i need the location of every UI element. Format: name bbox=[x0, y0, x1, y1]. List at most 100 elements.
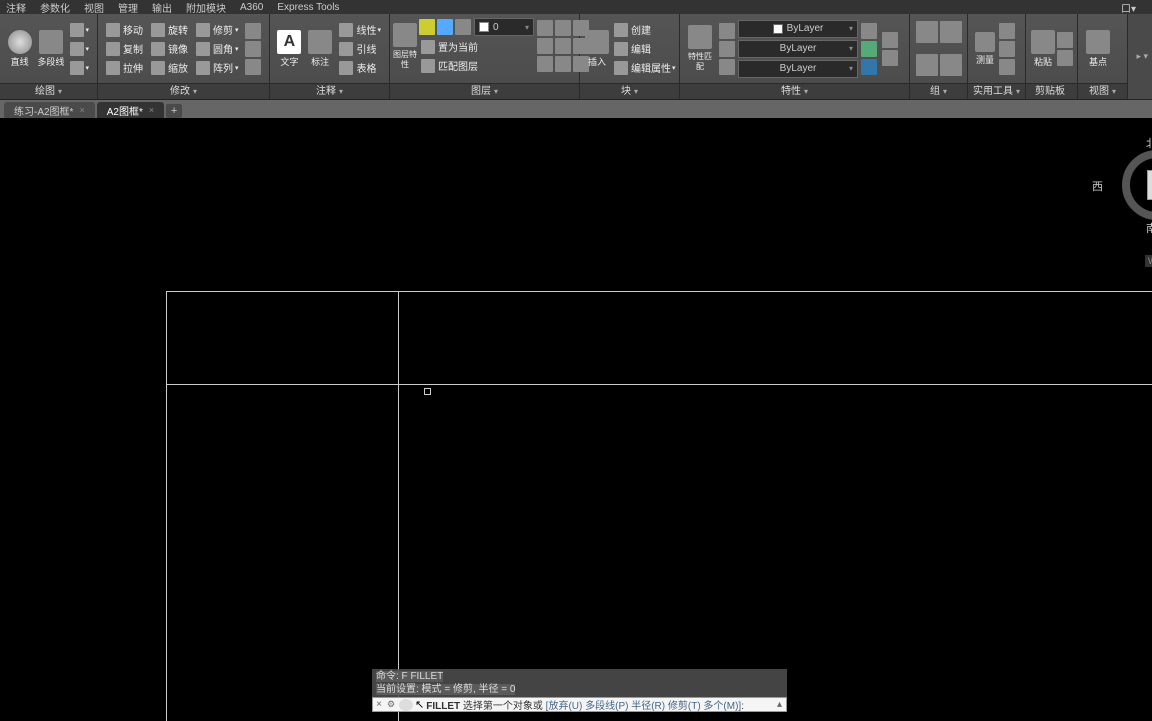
layer-toggle-1[interactable] bbox=[419, 19, 435, 35]
doc-tab-1[interactable]: A2图框* × bbox=[97, 102, 164, 118]
explode-button[interactable] bbox=[245, 41, 261, 57]
prop-lineweight-button[interactable] bbox=[719, 41, 735, 57]
menu-addins[interactable]: 附加模块 bbox=[186, 0, 226, 15]
menu-manage[interactable]: 管理 bbox=[118, 0, 138, 15]
set-current-button[interactable]: 置为当前 bbox=[418, 37, 536, 56]
group-button[interactable] bbox=[916, 21, 938, 43]
prop-extra-1[interactable] bbox=[861, 23, 877, 39]
match-props-button[interactable]: 特性匹配 bbox=[685, 17, 715, 81]
cmdline-tools-button[interactable]: ⚙ bbox=[385, 699, 397, 710]
panel-annotation-title[interactable]: 注释 bbox=[270, 83, 389, 99]
layer-util-7[interactable] bbox=[537, 56, 553, 72]
prop-linetype-button[interactable] bbox=[719, 59, 735, 75]
command-line[interactable]: × ⚙ ↖ FILLET 选择第一个对象或 [放弃(U) 多段线(P) 半径(R… bbox=[372, 697, 787, 712]
create-block-button[interactable]: 创建 bbox=[611, 20, 679, 39]
layer-util-1[interactable] bbox=[537, 20, 553, 36]
measure-button[interactable]: 测量 bbox=[973, 17, 997, 81]
cut-button[interactable] bbox=[1057, 32, 1073, 48]
panel-draw-title[interactable]: 绘图 bbox=[0, 83, 97, 99]
layer-util-4[interactable] bbox=[537, 38, 553, 54]
copy-clip-button[interactable] bbox=[1057, 50, 1073, 66]
linetype-dropdown[interactable]: ByLayer▾ bbox=[738, 60, 858, 78]
cmdline-expand-button[interactable]: ▴ bbox=[773, 699, 786, 710]
group-select-button[interactable] bbox=[940, 54, 962, 76]
leader-button[interactable]: 引线 bbox=[336, 39, 384, 58]
fillet-button[interactable]: 圆角▾ bbox=[193, 39, 242, 58]
prop-extra-3[interactable] bbox=[882, 50, 898, 66]
viewcube-west[interactable]: 西 bbox=[1092, 178, 1103, 194]
menu-a360[interactable]: A360 bbox=[240, 2, 263, 13]
dim-button[interactable]: 标注 bbox=[306, 17, 335, 81]
prop-list[interactable] bbox=[861, 59, 877, 75]
menu-output[interactable]: 输出 bbox=[152, 0, 172, 15]
trim-button[interactable]: 修剪▾ bbox=[193, 20, 242, 39]
rotate-button[interactable]: 旋转 bbox=[148, 20, 191, 39]
menu-annotation[interactable]: 注释 bbox=[6, 0, 26, 15]
layer-props-button[interactable]: 图层特性 bbox=[393, 16, 417, 76]
close-icon[interactable]: × bbox=[79, 105, 84, 115]
arc-button[interactable]: ▾ bbox=[67, 39, 92, 58]
circle-button[interactable]: ▾ bbox=[67, 20, 92, 39]
prop-transparency[interactable] bbox=[861, 41, 877, 57]
prop-extra-2[interactable] bbox=[882, 32, 898, 48]
panel-layers-title[interactable]: 图层 bbox=[390, 83, 579, 99]
offset-button[interactable] bbox=[245, 59, 261, 75]
ribbon-expand[interactable]: ▸ ▾ bbox=[1136, 51, 1148, 62]
close-cmdline-button[interactable]: × bbox=[373, 699, 385, 710]
stretch-button[interactable]: 拉伸 bbox=[103, 58, 146, 77]
util-3[interactable] bbox=[999, 59, 1015, 75]
menu-view[interactable]: 视图 bbox=[84, 0, 104, 15]
drawing-canvas[interactable] bbox=[0, 118, 1152, 720]
more-draw-button[interactable]: ▾ bbox=[67, 58, 92, 77]
new-tab-button[interactable]: + bbox=[166, 104, 182, 118]
group-edit-button[interactable] bbox=[916, 54, 938, 76]
panel-utilities-title[interactable]: 实用工具 bbox=[968, 83, 1025, 99]
layer-util-2[interactable] bbox=[555, 20, 571, 36]
layer-util-8[interactable] bbox=[555, 56, 571, 72]
doc-tab-0[interactable]: 练习-A2图框* × bbox=[4, 102, 95, 118]
util-1[interactable] bbox=[999, 23, 1015, 39]
menu-appearance[interactable]: 口▾ bbox=[1121, 0, 1136, 15]
array-button[interactable]: 阵列▾ bbox=[193, 58, 242, 77]
viewcube[interactable]: 北 西 上 南 WCS bbox=[1092, 130, 1152, 250]
layer-toggle-2[interactable] bbox=[437, 19, 453, 35]
layer-util-5[interactable] bbox=[555, 38, 571, 54]
base-button[interactable]: 基点 bbox=[1083, 17, 1113, 81]
match-layer-button[interactable]: 匹配图层 bbox=[418, 56, 536, 75]
scale-button[interactable]: 缩放 bbox=[148, 58, 191, 77]
insert-block-button[interactable]: 插入 bbox=[585, 17, 609, 81]
color-dropdown[interactable]: ByLayer▾ bbox=[738, 20, 858, 38]
linear-button[interactable]: 线性▾ bbox=[336, 20, 384, 39]
erase-button[interactable] bbox=[245, 23, 261, 39]
panel-view-title[interactable]: 视图 bbox=[1078, 83, 1127, 99]
panel-clipboard-title[interactable]: 剪贴板 bbox=[1026, 83, 1077, 99]
layer-toggle-3[interactable] bbox=[455, 19, 471, 35]
move-button[interactable]: 移动 bbox=[103, 20, 146, 39]
text-button[interactable]: A 文字 bbox=[275, 17, 304, 81]
edit-block-button[interactable]: 编辑 bbox=[611, 39, 679, 58]
viewcube-south[interactable]: 南 bbox=[1146, 220, 1152, 236]
copy-button[interactable]: 复制 bbox=[103, 39, 146, 58]
panel-groups-title[interactable]: 组 bbox=[910, 83, 967, 99]
panel-properties-title[interactable]: 特性 bbox=[680, 83, 909, 99]
wcs-indicator[interactable]: WCS bbox=[1145, 255, 1152, 267]
viewcube-top-face[interactable]: 上 bbox=[1147, 170, 1152, 200]
polyline-button[interactable]: 多段线 bbox=[36, 17, 65, 81]
mirror-button[interactable]: 镜像 bbox=[148, 39, 191, 58]
viewcube-north[interactable]: 北 bbox=[1146, 135, 1152, 151]
panel-modify-title[interactable]: 修改 bbox=[98, 83, 269, 99]
menu-parametric[interactable]: 参数化 bbox=[40, 0, 70, 15]
cmd-options[interactable]: [放弃(U) 多段线(P) 半径(R) 修剪(T) 多个(M)] bbox=[546, 701, 742, 712]
ungroup-button[interactable] bbox=[940, 21, 962, 43]
util-2[interactable] bbox=[999, 41, 1015, 57]
panel-block-title[interactable]: 块 bbox=[580, 83, 679, 99]
line-button[interactable]: 直线 bbox=[5, 17, 34, 81]
table-button[interactable]: 表格 bbox=[336, 58, 384, 77]
close-icon[interactable]: × bbox=[149, 105, 154, 115]
paste-button[interactable]: 粘贴 bbox=[1031, 17, 1055, 81]
lineweight-dropdown[interactable]: ByLayer▾ bbox=[738, 40, 858, 58]
menu-express[interactable]: Express Tools bbox=[277, 2, 339, 13]
edit-attr-button[interactable]: 编辑属性▾ bbox=[611, 58, 679, 77]
prop-color-button[interactable] bbox=[719, 23, 735, 39]
layer-dropdown[interactable]: 0 ▾ bbox=[474, 18, 534, 36]
